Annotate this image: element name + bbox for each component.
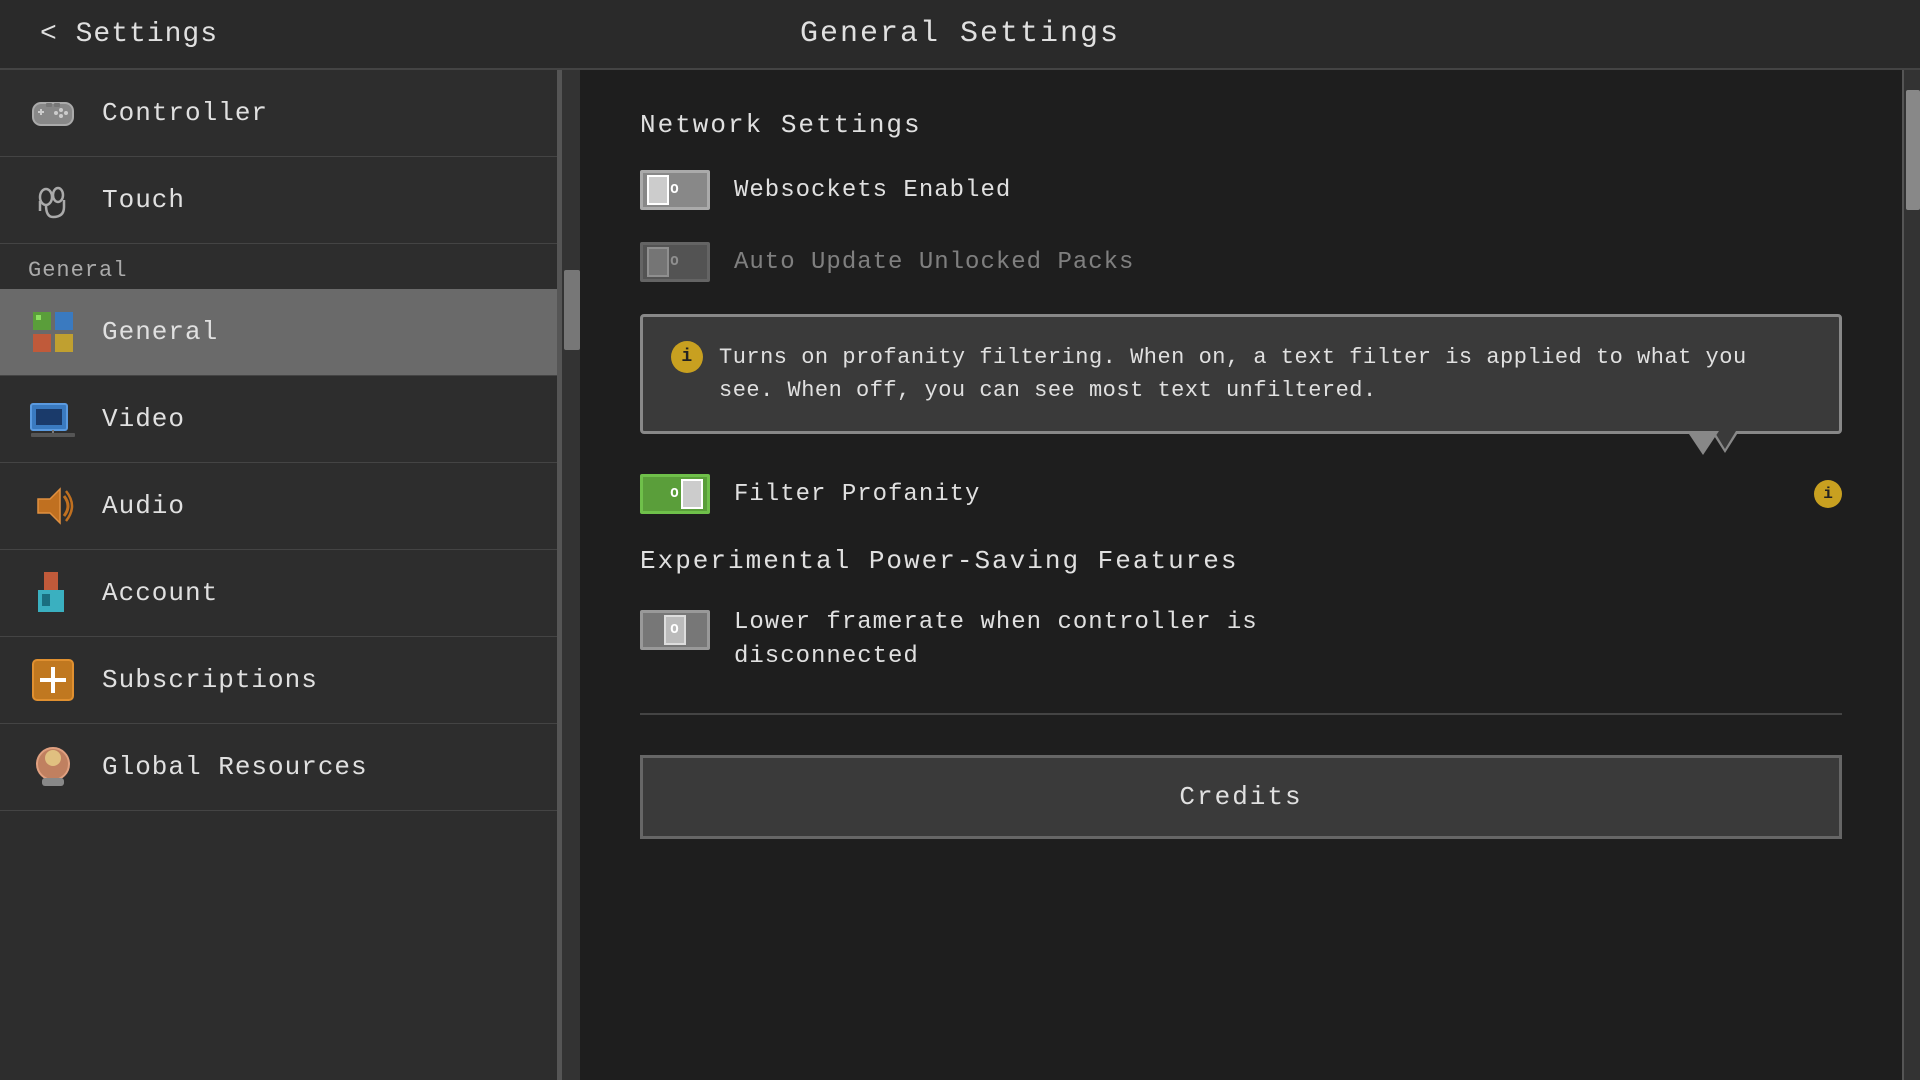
tooltip-content: i Turns on profanity filtering. When on,…: [671, 341, 1811, 407]
credits-button-label: Credits: [1179, 782, 1302, 812]
tooltip-box: i Turns on profanity filtering. When on,…: [640, 314, 1842, 434]
auto-update-row: O Auto Update Unlocked Packs: [640, 242, 1842, 282]
lower-framerate-label: Lower framerate when controller isdiscon…: [734, 606, 1842, 673]
right-panel: Network Settings O Websockets Enabled O …: [580, 70, 1902, 1080]
section-divider: [640, 713, 1842, 715]
websockets-toggle[interactable]: O: [640, 170, 710, 210]
sidebar-item-subscriptions[interactable]: Subscriptions: [0, 637, 557, 724]
right-scrollbar-thumb: [1906, 90, 1920, 210]
tooltip-text: Turns on profanity filtering. When on, a…: [719, 341, 1811, 407]
toggle-text-2: O: [670, 254, 679, 270]
filter-profanity-row: O Filter Profanity i: [640, 474, 1842, 514]
toggle-knob-profanity: [681, 479, 703, 509]
main-content: Controller Touch General: [0, 70, 1920, 1080]
lower-framerate-row: O Lower framerate when controller isdisc…: [640, 606, 1842, 673]
websockets-row: O Websockets Enabled: [640, 170, 1842, 210]
subscriptions-icon: [28, 655, 78, 705]
toggle-text-framerate: O: [670, 622, 679, 638]
filter-profanity-info-icon[interactable]: i: [1814, 480, 1842, 508]
auto-update-label: Auto Update Unlocked Packs: [734, 249, 1842, 276]
sidebar-item-touch-label: Touch: [102, 185, 185, 215]
audio-icon: [28, 481, 78, 531]
websockets-label: Websockets Enabled: [734, 177, 1842, 204]
sidebar-scrollbar[interactable]: [560, 70, 580, 1080]
credits-button[interactable]: Credits: [640, 755, 1842, 839]
page-title: General Settings: [800, 17, 1120, 51]
account-icon: [28, 568, 78, 618]
sidebar-item-audio-label: Audio: [102, 491, 185, 521]
toggle-text: O: [670, 182, 679, 198]
general-icon: [28, 307, 78, 357]
scrollbar-thumb: [564, 270, 580, 350]
header: < Settings General Settings: [0, 0, 1920, 70]
sidebar-item-account[interactable]: Account: [0, 550, 557, 637]
global-resources-icon: [28, 742, 78, 792]
sidebar-item-video-label: Video: [102, 404, 185, 434]
right-panel-scrollbar[interactable]: [1902, 70, 1920, 1080]
sidebar-item-controller-label: Controller: [102, 98, 268, 128]
tooltip-arrow-inner: [1714, 431, 1736, 449]
toggle-knob-2: [647, 247, 669, 277]
sidebar-item-controller[interactable]: Controller: [0, 70, 557, 157]
back-button[interactable]: < Settings: [40, 19, 218, 50]
filter-profanity-label: Filter Profanity: [734, 481, 1790, 508]
controller-icon: [28, 88, 78, 138]
network-section-title: Network Settings: [640, 110, 1842, 140]
video-icon: [28, 394, 78, 444]
sidebar-item-touch[interactable]: Touch: [0, 157, 557, 244]
sidebar-item-account-label: Account: [102, 578, 218, 608]
tooltip-info-icon: i: [671, 341, 703, 373]
experimental-section-title: Experimental Power-Saving Features: [640, 546, 1842, 576]
touch-icon: [28, 175, 78, 225]
sidebar-item-subscriptions-label: Subscriptions: [102, 665, 318, 695]
sidebar-section-general: General: [0, 244, 557, 289]
sidebar-item-global-resources-label: Global Resources: [102, 752, 368, 782]
lower-framerate-toggle[interactable]: O: [640, 610, 710, 650]
sidebar-item-global-resources[interactable]: Global Resources: [0, 724, 557, 811]
filter-profanity-toggle[interactable]: O: [640, 474, 710, 514]
sidebar-item-audio[interactable]: Audio: [0, 463, 557, 550]
toggle-knob: [647, 175, 669, 205]
sidebar-item-general-label: General: [102, 317, 218, 347]
toggle-text-profanity: O: [670, 486, 679, 502]
sidebar: Controller Touch General: [0, 70, 560, 1080]
sidebar-item-general[interactable]: General: [0, 289, 557, 376]
auto-update-toggle[interactable]: O: [640, 242, 710, 282]
sidebar-item-video[interactable]: Video: [0, 376, 557, 463]
